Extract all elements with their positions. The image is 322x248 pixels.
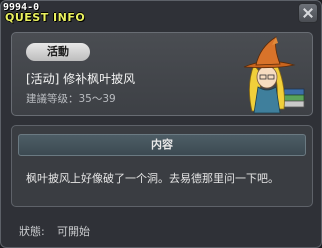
event-tag-badge: 活動 [26,43,90,61]
quest-info-window: 9994-0 QUEST INFO 活動 [活动] 修补枫叶披风 建議等级：35… [0,0,322,248]
quest-name: [活动] 修补枫叶披风 [26,72,136,86]
window-title: QUEST INFO [5,11,86,24]
wizard-npc-icon [243,36,305,114]
status-value: 可開始 [57,225,90,238]
content-panel: 内容 枫叶披风上好像破了一个洞。去易德那里问一下吧。 [11,125,313,207]
status-label: 狀態: [19,225,45,238]
close-button[interactable] [298,3,318,23]
quest-description: 枫叶披风上好像破了一个洞。去易德那里问一下吧。 [26,172,279,185]
content-header: 内容 [18,134,306,156]
title-bar[interactable]: 9994-0 QUEST INFO [1,1,321,31]
recommended-level: 建議等级：35～39 [26,93,116,105]
quest-summary-panel: 活動 [活动] 修补枫叶披风 建議等级：35～39 [11,32,313,116]
